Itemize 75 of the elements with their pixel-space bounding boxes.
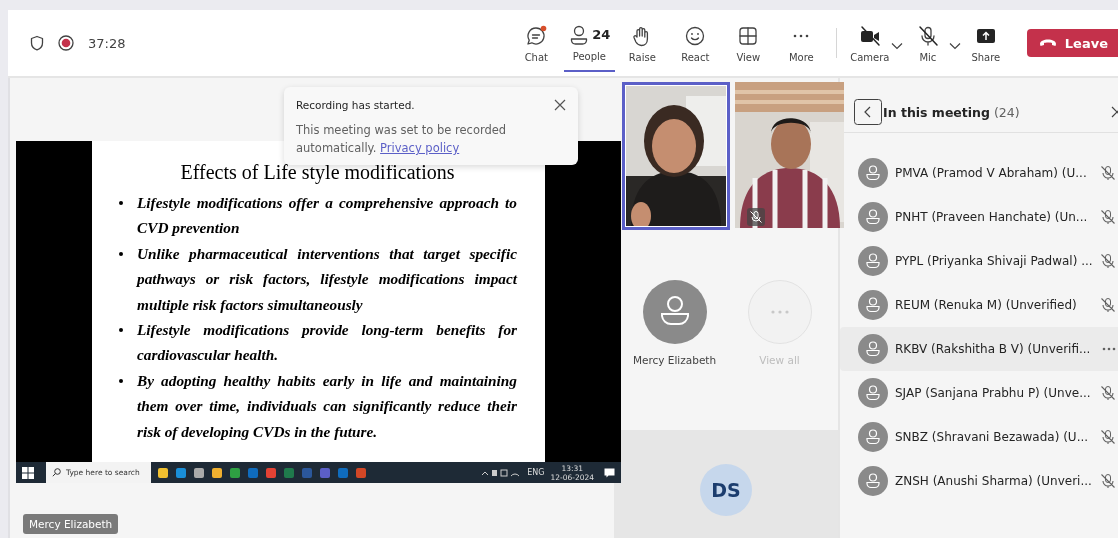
participant-name: PNHT (Praveen Hanchate) (Un... [895, 210, 1089, 224]
people-button[interactable]: 24 People [563, 12, 615, 72]
privacy-policy-link[interactable]: Privacy policy [380, 141, 460, 155]
caret-icon[interactable] [948, 42, 961, 50]
app-icon[interactable] [265, 466, 277, 479]
notification-message: This meeting was set to be recorded automatically. Privacy policy [296, 122, 508, 157]
chat-button[interactable]: Chat [510, 10, 562, 76]
app-icon[interactable] [175, 466, 187, 479]
app-icon[interactable] [211, 466, 223, 479]
participant-name: PMVA (Pramod V Abraham) (U... [895, 166, 1088, 180]
search-icon [52, 468, 61, 477]
meeting-timer: 37:28 [88, 35, 126, 51]
avatar-icon [858, 158, 888, 188]
participant-name: REUM (Renuka M) (Unverified) [895, 298, 1078, 312]
bullet-text: Lifestyle modifications provide long-term benefits for cardiovascular health. [137, 320, 517, 366]
camera-button[interactable]: Camera [845, 10, 894, 76]
avatar-icon [858, 466, 888, 496]
app-icon[interactable] [229, 466, 241, 479]
participant-name: PYPL (Priyanka Shivaji Padwal) ... [895, 254, 1093, 268]
bullet-icon [118, 377, 124, 384]
more-button[interactable]: More [775, 10, 827, 76]
avatar-icon [858, 334, 888, 364]
participant-name: ZNSH (Anushi Sharma) (Unveri... [895, 474, 1093, 488]
participant-row[interactable]: RKBV (Rakshitha B V) (Unverifi... [840, 327, 1118, 371]
bullet-text: By adopting healthy habits early in life and maintaining them over time, individuals can significantly reduce their risk of developing CVDs in the future. [137, 370, 517, 442]
phone-icon [1038, 38, 1057, 48]
participant-name: Mercy Elizabeth [632, 354, 717, 366]
language-indicator[interactable]: ENG [527, 468, 545, 477]
participant-name: RKBV (Rakshitha B V) (Unverifi... [895, 342, 1092, 356]
mic-button[interactable]: Mic [903, 10, 952, 76]
share-button[interactable]: Share [961, 10, 1010, 76]
react-button[interactable]: React [669, 10, 721, 76]
avatar-icon [858, 378, 888, 408]
smiley-icon [684, 24, 707, 47]
caret-icon[interactable] [890, 42, 903, 50]
participant-row[interactable]: PMVA (Pramod V Abraham) (U... [840, 151, 1118, 195]
bullet-icon [118, 250, 124, 257]
participant-row[interactable]: PYPL (Priyanka Shivaji Padwal) ... [840, 239, 1118, 283]
slide-title: Effects of Life style modifications [179, 161, 456, 184]
notification-title: Recording has started. [296, 99, 415, 111]
more-icon[interactable] [1101, 347, 1116, 351]
participant-row[interactable]: SJAP (Sanjana Prabhu P) (Unve... [840, 371, 1118, 415]
participant-name: SNBZ (Shravani Bezawada) (U... [895, 430, 1090, 444]
close-icon[interactable] [554, 99, 566, 111]
participant-row[interactable]: SNBZ (Shravani Bezawada) (U... [840, 415, 1118, 459]
back-button[interactable] [854, 99, 882, 125]
avatar-icon [858, 246, 888, 276]
video-tile[interactable]: DS [614, 430, 838, 538]
bullet-icon [118, 200, 124, 206]
leave-button[interactable]: Leave [1026, 29, 1118, 57]
bullet-text: Lifestyle modifications offer a comprehensive approach to CVD prevention [137, 193, 517, 239]
participant-avatar-icon[interactable] [642, 280, 707, 344]
participant-row[interactable]: PNHT (Praveen Hanchate) (Un... [840, 195, 1118, 239]
windows-start-icon[interactable] [22, 466, 34, 479]
more-icon [793, 33, 810, 38]
shield-icon [30, 35, 44, 51]
participant-count: (24) [993, 104, 1020, 120]
initials-avatar: DS [700, 464, 752, 516]
presenter-name-tag: Mercy Elizabeth [23, 514, 119, 534]
bullet-icon [118, 327, 124, 334]
raise-button[interactable]: Raise [616, 10, 668, 76]
app-icon[interactable] [157, 466, 169, 479]
grid-icon [737, 24, 760, 47]
view-button[interactable]: View [722, 10, 774, 76]
panel-title: In this meeting [883, 104, 990, 120]
avatar-icon [858, 290, 888, 320]
system-tray-icon[interactable] [481, 467, 522, 478]
notification-icon[interactable] [604, 467, 615, 478]
avatar-icon [858, 202, 888, 232]
participant-name: SJAP (Sanjana Prabhu P) (Unve... [895, 386, 1092, 400]
participant-row[interactable]: ZNSH (Anushi Sharma) (Unveri... [840, 459, 1118, 503]
avatar-icon [858, 422, 888, 452]
bullet-text: Unlike pharmaceutical interventions that target specific pathways or risk factors, lifestyle modifications impact multiple risk factors simultaneously [137, 243, 517, 315]
app-icon[interactable] [193, 466, 205, 479]
participant-row[interactable]: REUM (Renuka M) (Unverified) [840, 283, 1118, 327]
